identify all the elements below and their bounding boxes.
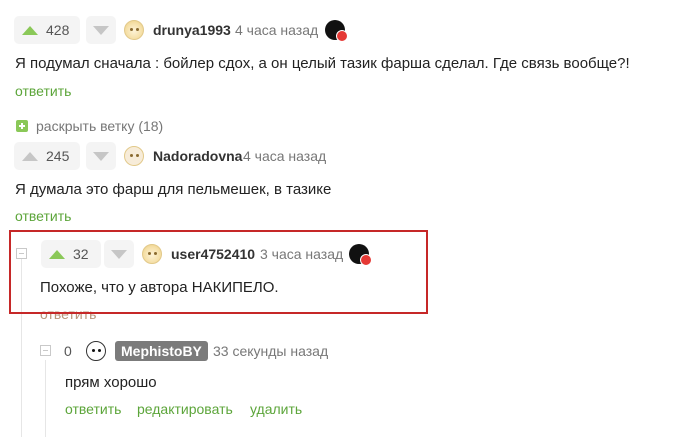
avatar[interactable] <box>124 146 144 166</box>
comment-text: прям хорошо <box>65 374 157 391</box>
downvote-button[interactable] <box>86 142 116 170</box>
edit-link[interactable]: редактировать <box>137 401 233 417</box>
delete-link[interactable]: удалить <box>250 401 302 417</box>
downvote-arrow-icon <box>93 151 109 161</box>
avatar[interactable] <box>124 20 144 40</box>
reply-link[interactable]: ответить <box>15 83 71 99</box>
award-badge-icon[interactable] <box>325 20 348 42</box>
expand-thread-link[interactable]: раскрыть ветку (18) <box>36 118 163 134</box>
collapse-thread-icon[interactable] <box>40 345 51 356</box>
upvote-button[interactable]: 428 <box>14 16 80 44</box>
username[interactable]: drunya1993 <box>153 22 231 38</box>
username[interactable]: Nadoradovna <box>153 148 242 164</box>
comment-text: Я думала это фарш для пельмешек, в тазик… <box>15 181 332 198</box>
downvote-arrow-icon <box>93 25 109 35</box>
rating-count: 245 <box>46 148 70 164</box>
comment-text: Я подумал сначала : бойлер сдох, а он це… <box>15 55 630 72</box>
reply-link[interactable]: ответить <box>65 401 121 417</box>
username-badge[interactable]: MephistoBY <box>115 341 208 361</box>
upvote-arrow-icon <box>22 151 38 161</box>
rating-count: 428 <box>46 22 70 38</box>
highlight-frame <box>9 230 428 314</box>
comment-time[interactable]: 33 секунды назад <box>213 343 328 359</box>
downvote-button[interactable] <box>86 16 116 44</box>
expand-thread-icon[interactable] <box>16 120 28 132</box>
comment-time[interactable]: 4 часа назад <box>235 22 318 38</box>
upvote-button[interactable]: 245 <box>14 142 80 170</box>
rating-count: 0 <box>64 343 72 359</box>
comment-time[interactable]: 4 часа назад <box>243 148 326 164</box>
upvote-arrow-icon <box>22 25 38 35</box>
avatar[interactable] <box>86 341 106 361</box>
thread-line <box>45 360 46 437</box>
reply-link[interactable]: ответить <box>15 208 71 224</box>
